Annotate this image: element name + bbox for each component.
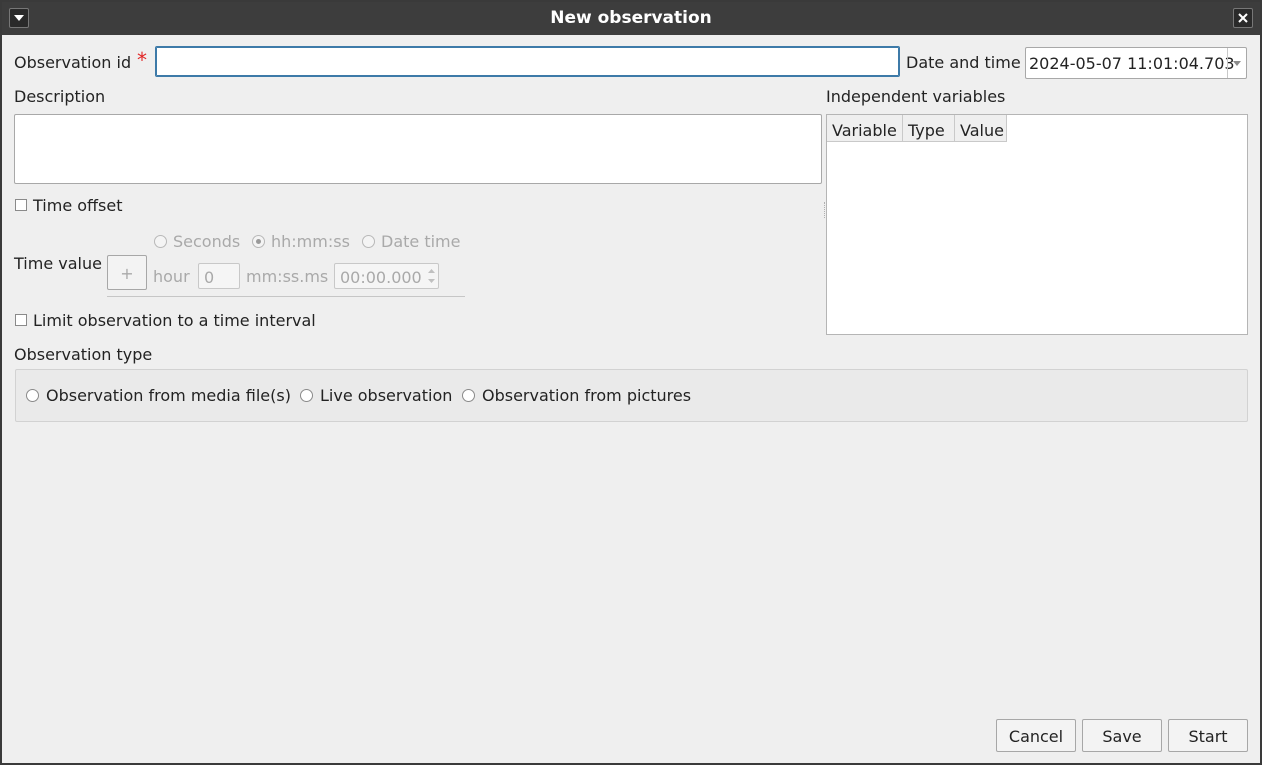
date-time-radio[interactable] [362, 235, 375, 248]
combo-divider [1227, 48, 1228, 78]
hour-input[interactable]: 0 [198, 263, 240, 289]
start-button-label: Start [1188, 727, 1228, 746]
start-button[interactable]: Start [1168, 719, 1248, 752]
mmss-value: 00:00.000 [340, 268, 422, 287]
seconds-radio[interactable] [154, 235, 167, 248]
column-header-type[interactable]: Type [903, 115, 955, 142]
close-icon [1238, 13, 1248, 23]
observation-id-label: Observation id [14, 53, 132, 72]
hhmmss-radio[interactable] [252, 235, 265, 248]
independent-variables-label: Independent variables [826, 87, 1006, 106]
time-offset-checkbox[interactable] [15, 199, 27, 211]
live-observation-radio[interactable] [300, 389, 313, 402]
pictures-radio[interactable] [462, 389, 475, 402]
spin-arrows-icon[interactable] [428, 268, 435, 284]
hhmmss-radio-label: hh:mm:ss [271, 232, 350, 251]
mmss-spinbox[interactable]: 00:00.000 [334, 263, 439, 289]
column-header-value[interactable]: Value [955, 115, 1007, 142]
limit-interval-checkbox[interactable] [15, 314, 27, 326]
mmss-label: mm:ss.ms [246, 267, 329, 286]
required-marker: * [137, 48, 147, 72]
seconds-radio-label: Seconds [173, 232, 241, 251]
date-time-radio-label: Date time [381, 232, 461, 251]
description-textarea[interactable] [14, 114, 822, 184]
observation-id-input[interactable] [155, 46, 900, 77]
save-button[interactable]: Save [1082, 719, 1162, 752]
title-bar: New observation [2, 2, 1260, 35]
hour-value: 0 [204, 268, 215, 287]
time-value-underline [107, 296, 465, 297]
date-time-label: Date and time [906, 53, 1021, 72]
cancel-button[interactable]: Cancel [996, 719, 1076, 752]
window-title: New observation [550, 8, 712, 28]
pictures-radio-label: Observation from pictures [482, 386, 692, 405]
time-value-label: Time value [14, 254, 102, 273]
new-observation-dialog: New observation Observation id * Date an… [0, 0, 1262, 765]
live-observation-radio-label: Live observation [320, 386, 453, 405]
independent-variables-table[interactable]: Variable Type Value [826, 114, 1248, 335]
limit-interval-label: Limit observation to a time interval [33, 311, 316, 330]
media-file-radio-label: Observation from media file(s) [46, 386, 291, 405]
dropdown-arrow-icon [1233, 61, 1241, 66]
time-offset-label: Time offset [33, 196, 123, 215]
column-header-variable[interactable]: Variable [827, 115, 903, 142]
observation-type-label: Observation type [14, 345, 153, 364]
description-label: Description [14, 87, 106, 106]
hour-label: hour [153, 267, 190, 286]
close-button[interactable] [1233, 8, 1253, 28]
radio-selected-dot [256, 239, 261, 244]
media-file-radio[interactable] [26, 389, 39, 402]
sign-button[interactable]: + [107, 255, 147, 290]
save-button-label: Save [1102, 727, 1142, 746]
cancel-button-label: Cancel [1008, 727, 1064, 746]
date-time-edit[interactable]: 2024-05-07 11:01:04.703 [1025, 47, 1247, 79]
date-time-value: 2024-05-07 11:01:04.703 [1029, 54, 1235, 73]
